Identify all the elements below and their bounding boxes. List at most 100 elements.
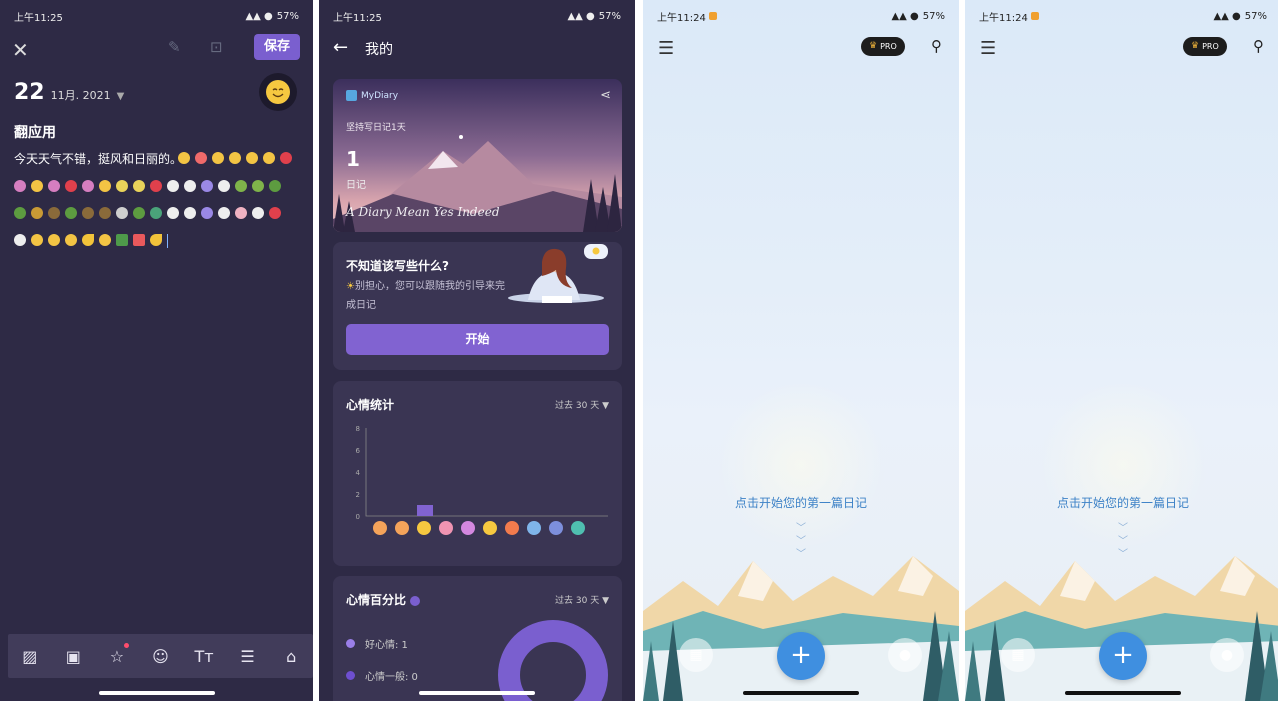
- home-screen: 上午11:24 ▲▲ ● 57% ☰ ♛ PRO ⚲ 点击开始您的第一篇日记 ﹀ ﹀…: [965, 0, 1278, 701]
- signal-icon: ▲▲ ●: [891, 10, 919, 22]
- share-icon[interactable]: ⋖: [600, 88, 611, 103]
- prompt-title: 不知道该写些什么?: [346, 259, 449, 273]
- cloud-icon: [218, 207, 230, 219]
- mood-face-icon: [483, 521, 497, 535]
- cloud-icon: [201, 207, 213, 219]
- candy-cane-icon: [133, 234, 145, 246]
- mood-selector[interactable]: [259, 73, 297, 111]
- cloud-icon: [167, 207, 179, 219]
- menu-icon[interactable]: ☰: [658, 38, 674, 59]
- emoji-icon: [212, 152, 224, 164]
- emoji-icon: [65, 234, 77, 246]
- battery-level: 57%: [1244, 10, 1267, 22]
- sunflower-icon: [133, 180, 145, 192]
- mood-face-icon: [395, 521, 409, 535]
- flower-icon: [31, 180, 43, 192]
- y-tick-label: 6: [356, 447, 361, 455]
- status-time: 上午11:24: [657, 12, 706, 24]
- home-screen: 上午11:24 ▲▲ ● 57% ☰ ♛ PRO ⚲ 点击开始您的第一篇日记 ﹀ ﹀…: [643, 0, 959, 701]
- calendar-icon[interactable]: ▦: [1001, 638, 1035, 672]
- plant-icon: [48, 207, 60, 219]
- girl-writing-illustration: [508, 244, 608, 303]
- flower-icon: [65, 180, 77, 192]
- cherry-icon: [235, 207, 247, 219]
- cloud-icon: [184, 180, 196, 192]
- gesture-bar: [1065, 691, 1181, 695]
- emoji-icon: [195, 152, 207, 164]
- search-icon[interactable]: ⚲: [1253, 37, 1264, 55]
- plant-icon: [65, 207, 77, 219]
- preview-icon[interactable]: ⊡: [210, 38, 228, 56]
- note-body[interactable]: 今天天气不错，挺风和日丽的。: [14, 150, 182, 167]
- y-tick-label: 0: [356, 513, 360, 521]
- plant-icon: [269, 180, 281, 192]
- save-button[interactable]: 保存: [254, 34, 300, 60]
- list-icon[interactable]: ☰: [236, 647, 260, 666]
- diary-logo-icon: [346, 90, 357, 101]
- menu-icon[interactable]: ☰: [980, 38, 996, 59]
- close-icon[interactable]: ✕: [12, 38, 29, 62]
- cloud-icon: [184, 207, 196, 219]
- pro-badge[interactable]: ♛ PRO: [1183, 37, 1227, 56]
- note-title[interactable]: 翻应用: [14, 122, 56, 142]
- profile-icon[interactable]: ●: [1210, 638, 1244, 672]
- banner-slogan: A Diary Mean Yes Indeed: [346, 205, 500, 219]
- status-time: 上午11:25: [333, 12, 382, 24]
- status-time: 上午11:24: [979, 12, 1028, 24]
- battery-level: 57%: [276, 10, 299, 22]
- profile-icon[interactable]: ●: [888, 638, 922, 672]
- date-selector[interactable]: 22 11月. 2021 ▼: [14, 80, 124, 105]
- notification-icon: [708, 12, 717, 20]
- emoji-icon: [263, 152, 275, 164]
- status-icons: ▲▲ ● 57%: [1213, 11, 1267, 22]
- status-icons: ▲▲ ● 57%: [567, 11, 621, 22]
- text-format-icon[interactable]: Tт: [192, 647, 216, 666]
- image-icon[interactable]: ▣: [61, 647, 85, 666]
- plant-icon: [133, 207, 145, 219]
- streak-text: 坚持写日记1天: [346, 123, 406, 133]
- status-bar: 上午11:25 ▲▲ ● 57%: [0, 0, 313, 32]
- legend-neutral-mood: 心情一般: 0: [346, 668, 418, 683]
- gesture-bar: [743, 691, 859, 695]
- emoji-icon: [229, 152, 241, 164]
- pro-badge[interactable]: ♛ PRO: [861, 37, 905, 56]
- mood-percent-range[interactable]: 过去 30 天 ▼: [555, 593, 609, 606]
- text-cursor: [167, 234, 168, 248]
- emoji-icon: [246, 152, 258, 164]
- mood-face-icon: [549, 521, 563, 535]
- mood-face-icon: [571, 521, 585, 535]
- start-first-diary-prompt[interactable]: 点击开始您的第一篇日记: [643, 494, 959, 511]
- background-icon[interactable]: ▨: [18, 647, 42, 666]
- start-first-diary-prompt[interactable]: 点击开始您的第一篇日记: [965, 494, 1278, 511]
- gesture-bar: [98, 691, 215, 695]
- search-icon[interactable]: ⚲: [931, 37, 942, 55]
- status-bar: 上午11:24 ▲▲ ● 57%: [965, 0, 1278, 32]
- add-diary-button[interactable]: +: [777, 632, 825, 680]
- status-icons: ▲▲ ● 57%: [891, 11, 945, 22]
- calendar-icon[interactable]: ▦: [679, 638, 713, 672]
- gesture-bar: [419, 691, 535, 695]
- legend-dot: [346, 671, 355, 680]
- cloud-icon: [14, 234, 26, 246]
- pineapple-icon: [31, 207, 43, 219]
- cup-icon: [116, 207, 128, 219]
- feather-icon[interactable]: ✎: [168, 38, 186, 56]
- sticker-icon[interactable]: ☆: [105, 642, 129, 666]
- mood-face-icon: [461, 521, 475, 535]
- plant-icon: [99, 207, 111, 219]
- emoji-icon[interactable]: ☺: [148, 647, 172, 666]
- plant-icon: [82, 207, 94, 219]
- diary-stats-banner: MyDiary ⋖ 坚持写日记1天 1 日记 A Diary Mean Yes …: [333, 79, 622, 232]
- cloud-icon: [218, 180, 230, 192]
- back-arrow-icon[interactable]: ←: [333, 37, 348, 58]
- mood-percent-card: 心情百分比 过去 30 天 ▼ 好心情: 1 心情一般: 0: [333, 576, 622, 701]
- chevron-down-icon: ▼: [116, 91, 125, 102]
- battery-level: 57%: [922, 10, 945, 22]
- tag-icon[interactable]: ⌂: [279, 647, 303, 666]
- start-guide-button[interactable]: 开始: [346, 324, 609, 355]
- add-diary-button[interactable]: +: [1099, 632, 1147, 680]
- info-icon[interactable]: [410, 595, 421, 606]
- cactus-icon: [150, 207, 162, 219]
- plant-icon: [14, 207, 26, 219]
- status-icons: ▲▲ ● 57%: [245, 11, 299, 22]
